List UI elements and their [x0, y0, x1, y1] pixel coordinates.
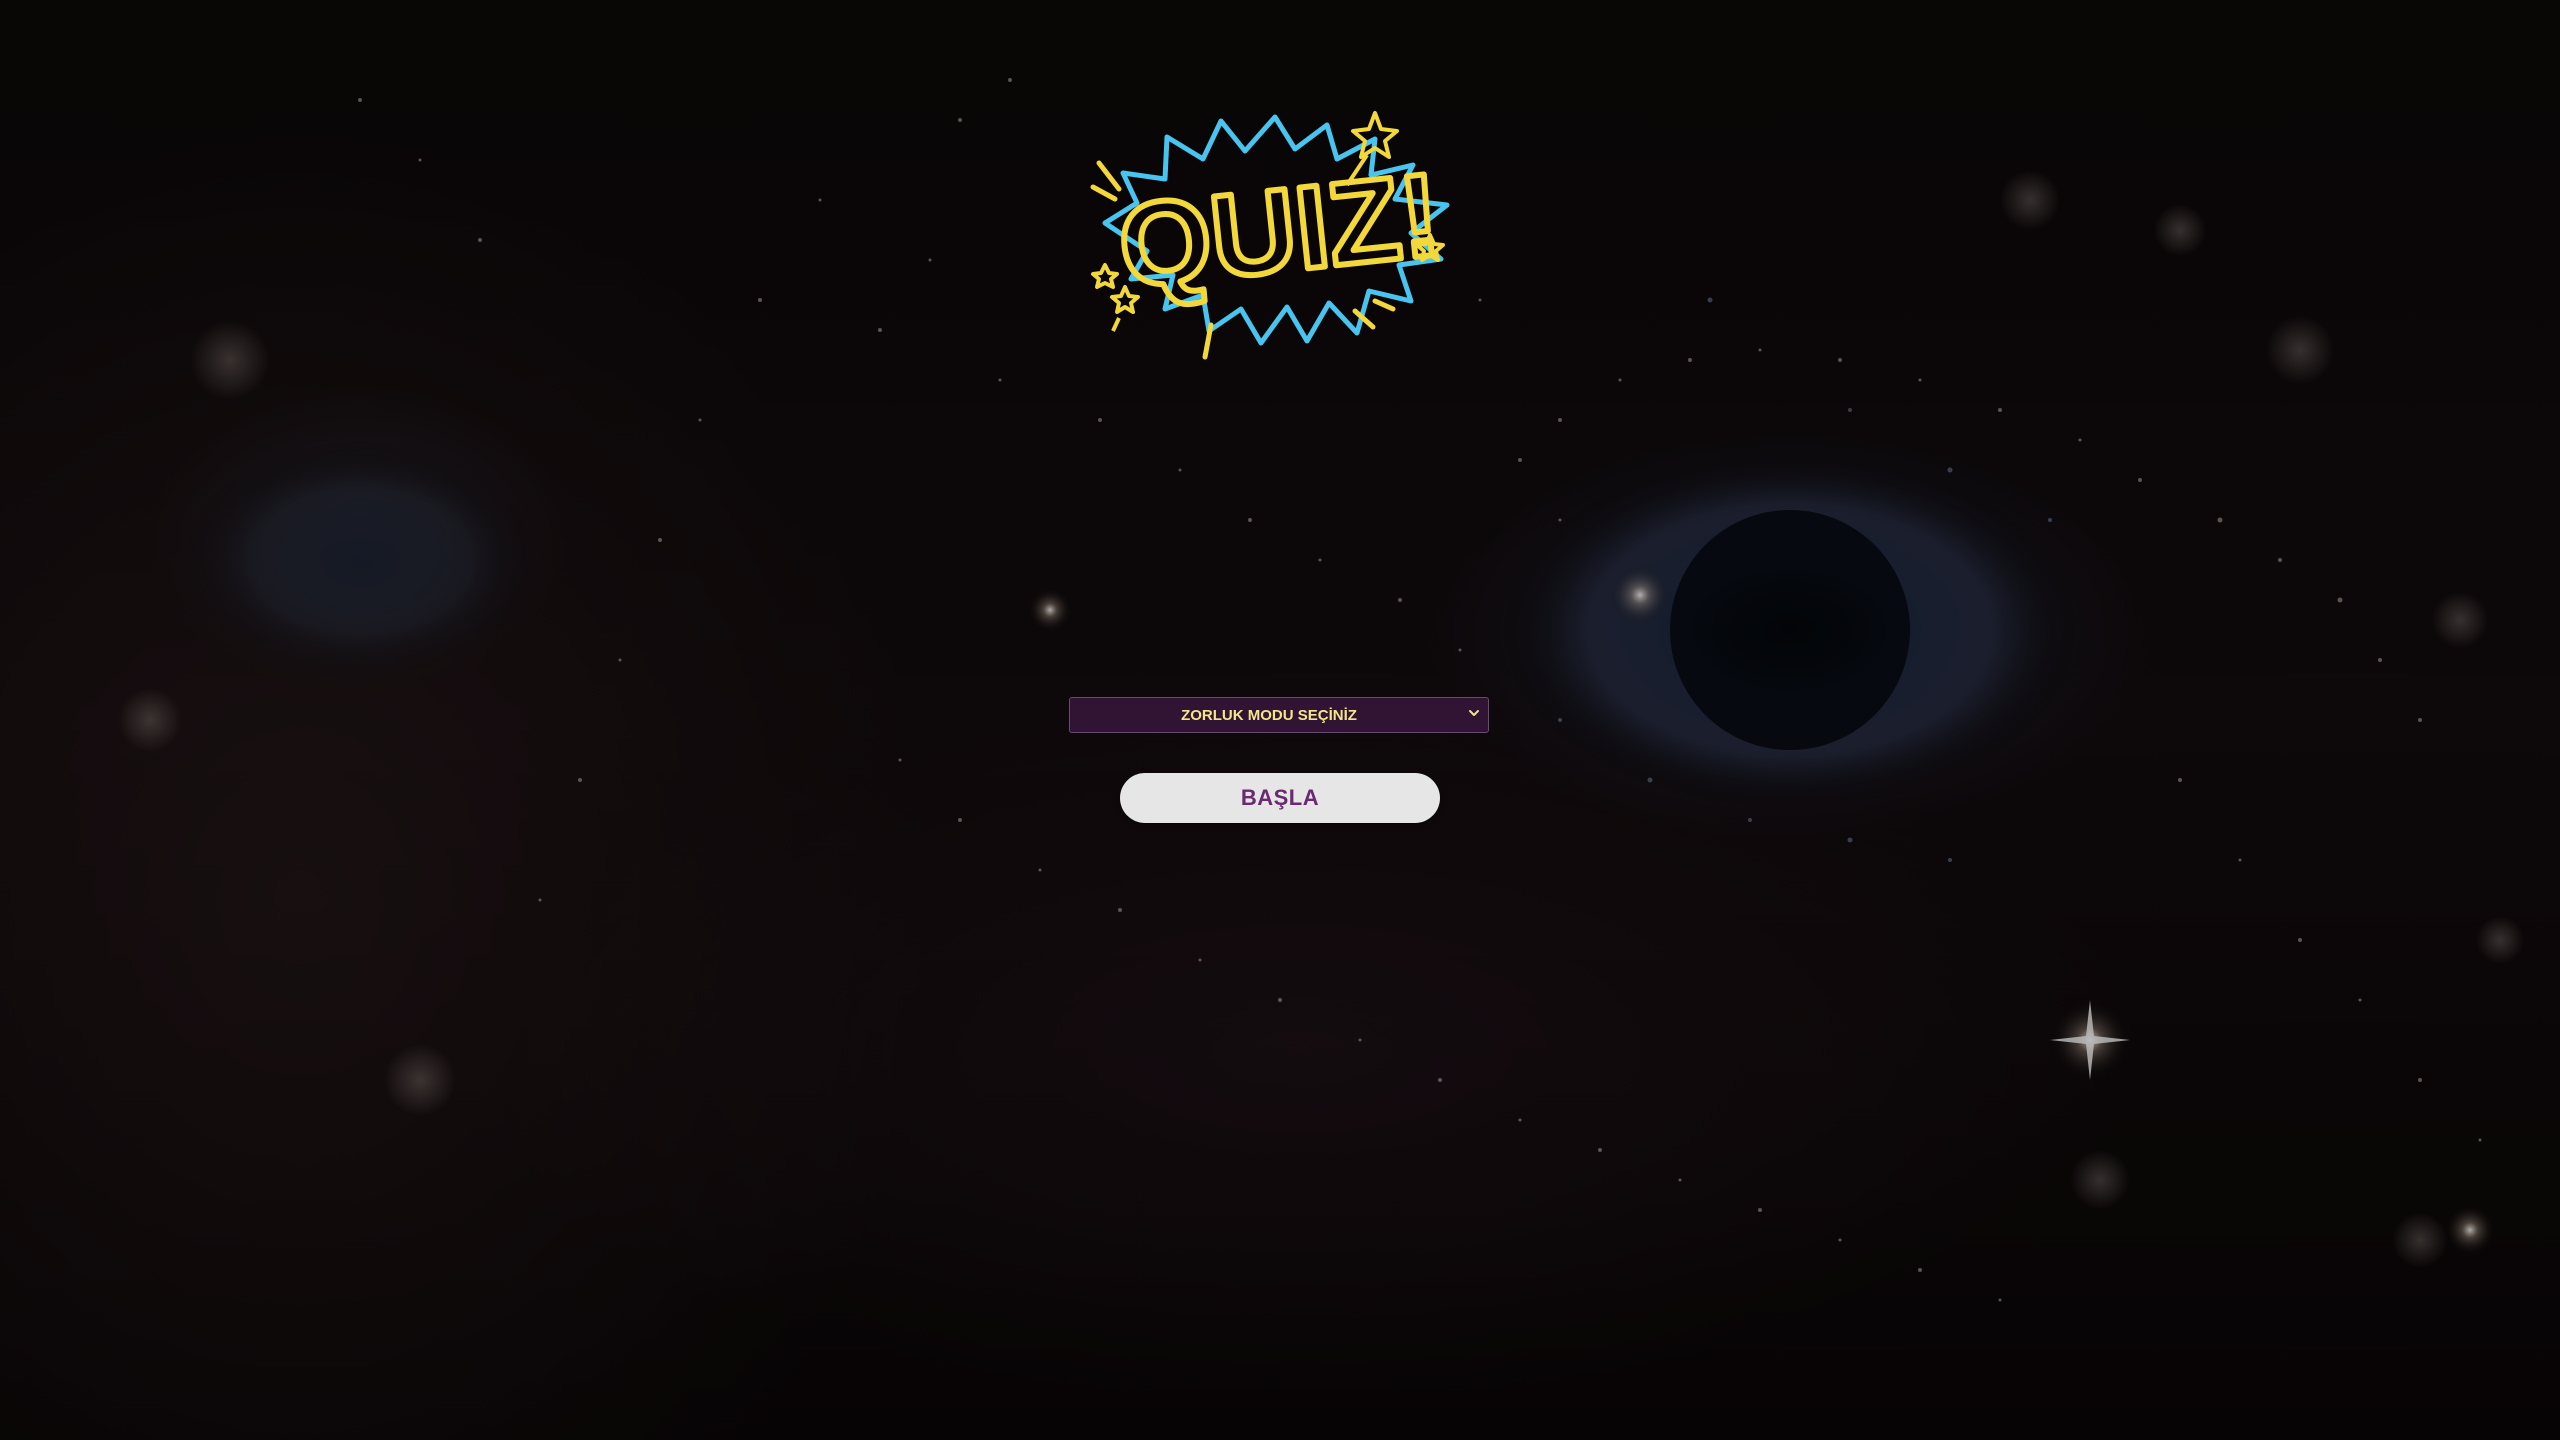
quiz-burst-logo: QUIZ!	[1090, 111, 1450, 360]
quiz-start-screen: QUIZ! ZORLUK MODU SEÇİNİZ BAŞLA	[0, 0, 2560, 1440]
difficulty-select-container: ZORLUK MODU SEÇİNİZ	[1069, 697, 1489, 733]
difficulty-mode-select[interactable]: ZORLUK MODU SEÇİNİZ	[1069, 697, 1489, 733]
start-button[interactable]: BAŞLA	[1120, 773, 1440, 823]
